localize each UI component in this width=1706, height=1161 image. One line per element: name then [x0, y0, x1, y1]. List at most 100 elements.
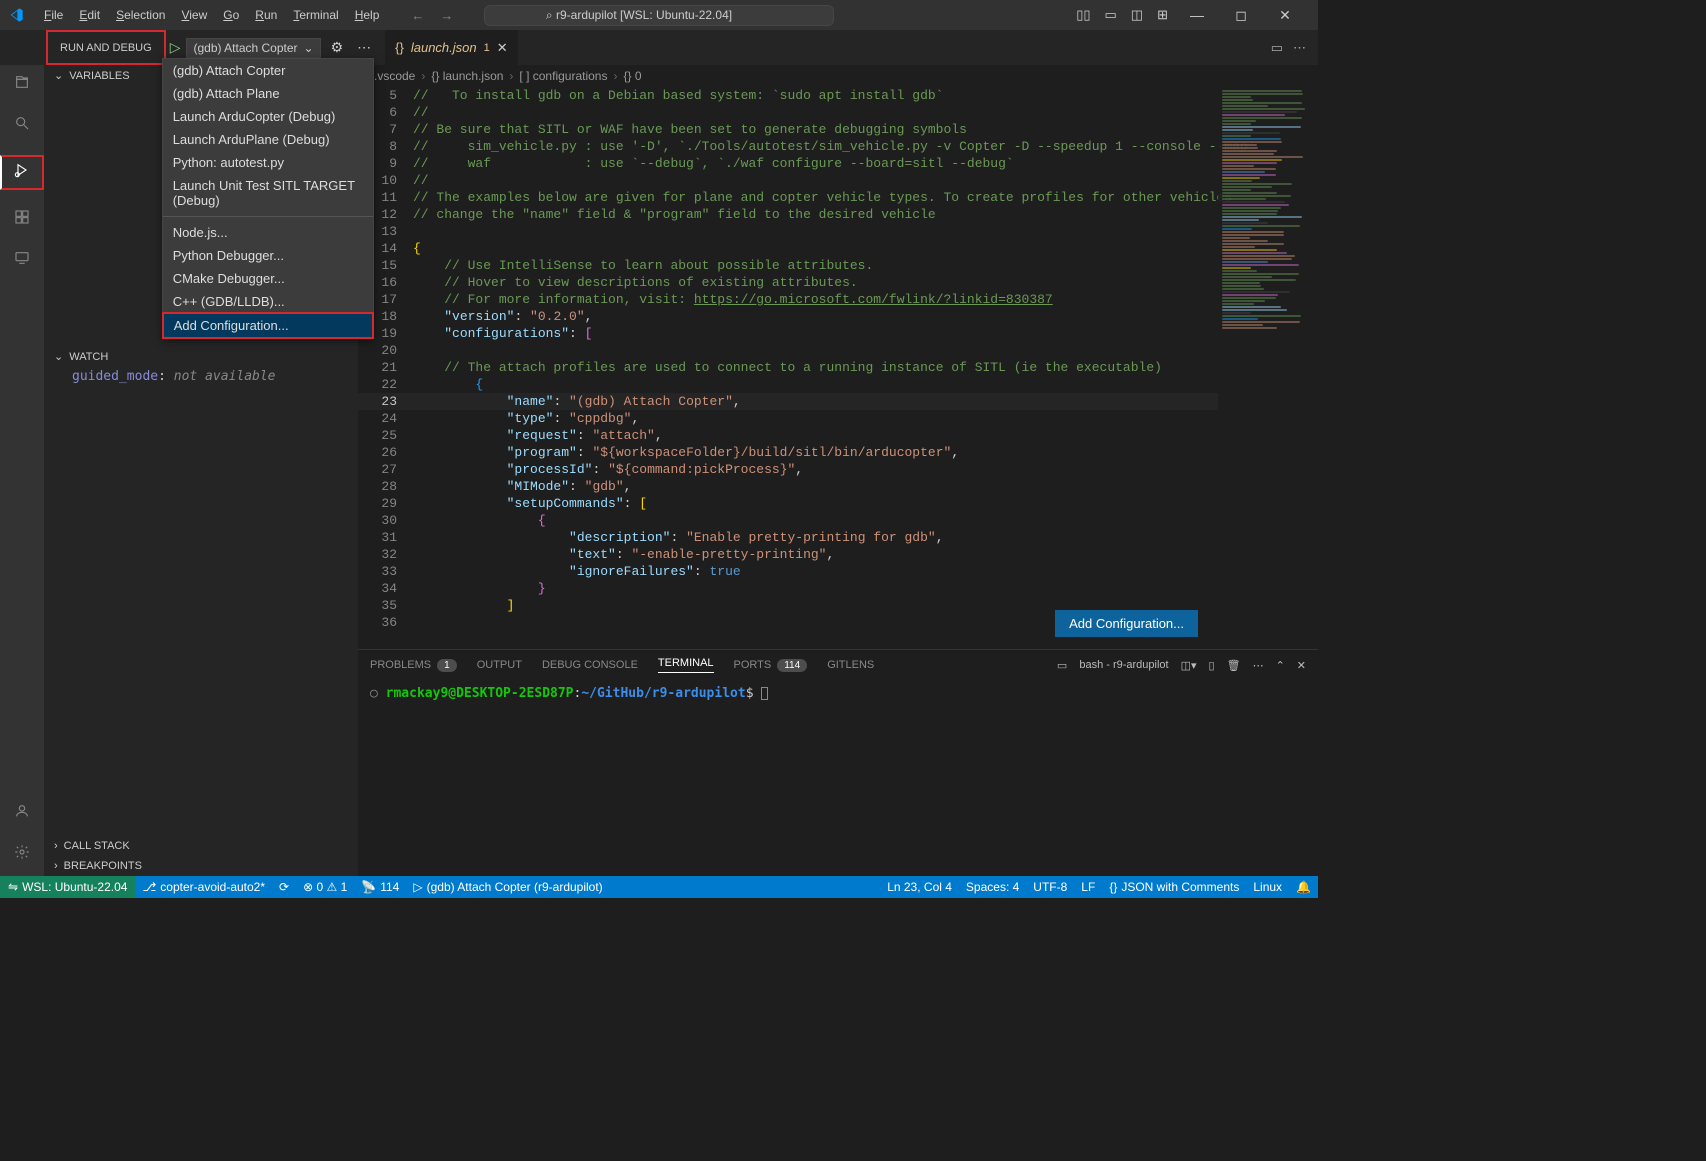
account-icon[interactable] — [0, 802, 44, 825]
code-line[interactable]: 25 "request": "attach", — [358, 427, 1318, 444]
status-sync[interactable]: ⟳ — [272, 880, 296, 894]
popup-config-item[interactable]: (gdb) Attach Copter — [163, 59, 373, 82]
popup-add-configuration[interactable]: Add Configuration... — [162, 312, 374, 339]
code-line[interactable]: 17 // For more information, visit: https… — [358, 291, 1318, 308]
menu-item-file[interactable]: File — [36, 0, 71, 30]
minimize-button[interactable]: — — [1182, 7, 1212, 23]
code-line[interactable]: 24 "type": "cppdbg", — [358, 410, 1318, 427]
status-debug-config[interactable]: ▷ (gdb) Attach Copter (r9-ardupilot) — [406, 880, 609, 894]
popup-config-item[interactable]: Launch ArduPlane (Debug) — [163, 128, 373, 151]
code-line[interactable]: 8// sim_vehicle.py : use '-D', `./Tools/… — [358, 138, 1318, 155]
minimap[interactable] — [1218, 87, 1318, 649]
menu-item-selection[interactable]: Selection — [108, 0, 173, 30]
add-configuration-button[interactable]: Add Configuration... — [1055, 610, 1198, 637]
breadcrumb-segment[interactable]: {} 0 — [623, 69, 641, 83]
breadcrumb[interactable]: .vscode›{} launch.json›[ ] configuration… — [358, 65, 1318, 87]
search-icon[interactable] — [0, 114, 44, 137]
terminal-dropdown-label[interactable]: bash - r9-ardupilot — [1079, 659, 1168, 671]
watch-expr-name[interactable]: guided_mode — [72, 369, 158, 384]
panel-tab-problems[interactable]: PROBLEMS 1 — [370, 659, 457, 672]
panel-tab-output[interactable]: OUTPUT — [477, 659, 522, 671]
code-line[interactable]: 18 "version": "0.2.0", — [358, 308, 1318, 325]
editor-tab-launch-json[interactable]: {} launch.json 1 ✕ — [385, 30, 518, 65]
command-center[interactable]: ⌕ r9-ardupilot [WSL: Ubuntu-22.04] — [484, 5, 834, 26]
breadcrumb-segment[interactable]: [ ] configurations — [519, 69, 607, 83]
kill-terminal-icon[interactable]: 🗑 — [1227, 659, 1241, 672]
menu-item-view[interactable]: View — [173, 0, 215, 30]
code-line[interactable]: 26 "program": "${workspaceFolder}/build/… — [358, 444, 1318, 461]
panel-tab-ports[interactable]: PORTS 114 — [734, 659, 808, 672]
code-line[interactable]: 14{ — [358, 240, 1318, 257]
close-tab-icon[interactable]: ✕ — [497, 40, 508, 56]
code-line[interactable]: 21 // The attach profiles are used to co… — [358, 359, 1318, 376]
close-button[interactable]: ✕ — [1270, 7, 1300, 24]
nav-forward-icon[interactable]: → — [440, 8, 453, 23]
maximize-button[interactable]: ◻ — [1226, 7, 1256, 24]
code-line[interactable]: 6// — [358, 104, 1318, 121]
status-language[interactable]: {} JSON with Comments — [1102, 880, 1246, 894]
breadcrumb-segment[interactable]: {} launch.json — [431, 69, 503, 83]
popup-debugger-item[interactable]: Python Debugger... — [163, 244, 373, 267]
code-line[interactable]: 13 — [358, 223, 1318, 240]
layout-customize-icon[interactable]: ⊞ — [1157, 7, 1168, 23]
code-line[interactable]: 22 { — [358, 376, 1318, 393]
layout-panel-icon[interactable]: ▭ — [1105, 7, 1117, 23]
code-line[interactable]: 20 — [358, 342, 1318, 359]
split-terminal-icon[interactable]: ◫▾ — [1181, 659, 1197, 672]
status-os[interactable]: Linux — [1246, 880, 1289, 894]
status-notifications-icon[interactable]: 🔔 — [1289, 880, 1318, 894]
more-actions-icon[interactable]: ⋯ — [353, 39, 375, 56]
more-icon[interactable]: ⋯ — [1293, 40, 1306, 56]
callstack-section[interactable]: › CALL STACK — [44, 836, 358, 856]
status-ports[interactable]: 📡 114 — [354, 880, 406, 894]
code-line[interactable]: 19 "configurations": [ — [358, 325, 1318, 342]
explorer-icon[interactable] — [0, 73, 44, 96]
menu-item-help[interactable]: Help — [347, 0, 388, 30]
run-debug-icon[interactable] — [0, 155, 44, 190]
popup-config-item[interactable]: Launch ArduCopter (Debug) — [163, 105, 373, 128]
popup-config-item[interactable]: (gdb) Attach Plane — [163, 82, 373, 105]
status-problems[interactable]: ⊗ 0 ⚠ 1 — [296, 880, 354, 894]
popup-config-item[interactable]: Launch Unit Test SITL TARGET (Debug) — [163, 174, 373, 212]
code-line[interactable]: 7// Be sure that SITL or WAF have been s… — [358, 121, 1318, 138]
editor[interactable]: 5// To install gdb on a Debian based sys… — [358, 87, 1318, 649]
remote-explorer-icon[interactable] — [0, 249, 44, 272]
code-line[interactable]: 16 // Hover to view descriptions of exis… — [358, 274, 1318, 291]
popup-config-item[interactable]: Python: autotest.py — [163, 151, 373, 174]
code-line[interactable]: 32 "text": "-enable-pretty-printing", — [358, 546, 1318, 563]
maximize-panel-icon[interactable]: ⌃ — [1276, 659, 1285, 672]
code-line[interactable]: 12// change the "name" field & "program"… — [358, 206, 1318, 223]
more-terminal-icon[interactable]: ⋯ — [1253, 659, 1264, 672]
new-terminal-icon[interactable]: ▯ — [1209, 659, 1215, 672]
status-eol[interactable]: LF — [1074, 880, 1102, 894]
close-panel-icon[interactable]: ✕ — [1297, 659, 1306, 672]
layout-primary-icon[interactable]: ▯▯ — [1076, 7, 1090, 23]
popup-debugger-item[interactable]: CMake Debugger... — [163, 267, 373, 290]
extensions-icon[interactable] — [0, 208, 44, 231]
code-line[interactable]: 27 "processId": "${command:pickProcess}"… — [358, 461, 1318, 478]
breakpoints-section[interactable]: › BREAKPOINTS — [44, 856, 358, 876]
panel-tab-terminal[interactable]: TERMINAL — [658, 657, 714, 673]
code-line[interactable]: 11// The examples below are given for pl… — [358, 189, 1318, 206]
code-line[interactable]: 29 "setupCommands": [ — [358, 495, 1318, 512]
panel-tab-debug-console[interactable]: DEBUG CONSOLE — [542, 659, 638, 671]
nav-back-icon[interactable]: ← — [411, 8, 424, 23]
code-line[interactable]: 23 "name": "(gdb) Attach Copter", — [358, 393, 1318, 410]
code-line[interactable]: 34 } — [358, 580, 1318, 597]
code-line[interactable]: 33 "ignoreFailures": true — [358, 563, 1318, 580]
terminal-content[interactable]: ○ rmackay9@DESKTOP-2ESD87P:~/GitHub/r9-a… — [358, 680, 1318, 707]
menu-item-run[interactable]: Run — [247, 0, 285, 30]
panel-tab-gitlens[interactable]: GITLENS — [827, 659, 874, 671]
settings-gear-icon[interactable] — [0, 843, 44, 866]
menu-item-edit[interactable]: Edit — [71, 0, 108, 30]
status-remote[interactable]: ⇋ WSL: Ubuntu-22.04 — [0, 876, 135, 898]
menu-item-terminal[interactable]: Terminal — [285, 0, 346, 30]
gear-icon[interactable]: ⚙ — [327, 39, 348, 56]
status-encoding[interactable]: UTF-8 — [1026, 880, 1074, 894]
popup-debugger-item[interactable]: C++ (GDB/LLDB)... — [163, 290, 373, 313]
popup-debugger-item[interactable]: Node.js... — [163, 221, 373, 244]
code-line[interactable]: 5// To install gdb on a Debian based sys… — [358, 87, 1318, 104]
debug-config-dropdown[interactable]: (gdb) Attach Copter ⌄ — [186, 38, 320, 58]
run-file-icon[interactable]: ▭ — [1271, 40, 1283, 56]
code-line[interactable]: 10// — [358, 172, 1318, 189]
